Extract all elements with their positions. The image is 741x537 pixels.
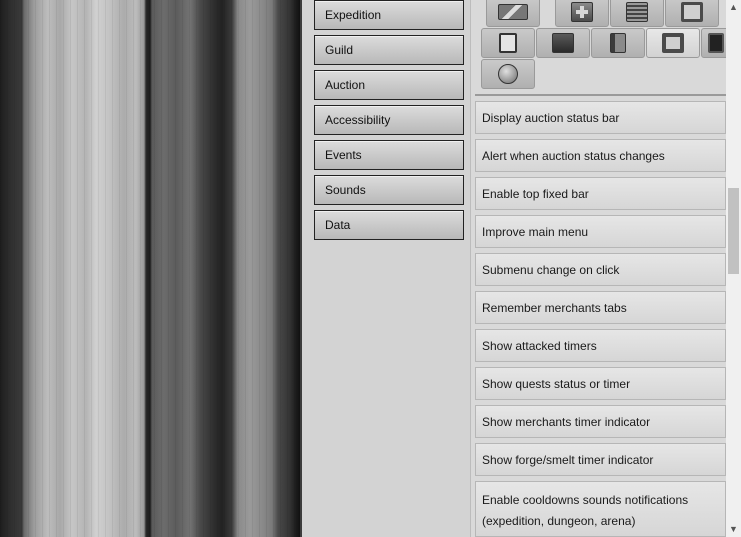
option-show-forge-smelt-timer[interactable]: Show forge/smelt timer indicator [475,443,726,476]
option-label: Show merchants timer indicator [482,414,651,429]
option-label: Show quests status or timer [482,376,631,391]
menu-button-sounds[interactable]: Sounds [314,175,464,205]
menu-button-label: Sounds [325,183,366,197]
tab-portrait[interactable] [646,28,700,58]
option-show-merchants-timer[interactable]: Show merchants timer indicator [475,405,726,438]
option-label: Enable top fixed bar [482,186,589,201]
frame-icon [681,2,703,22]
option-cooldown-sounds[interactable]: Enable cooldowns sounds notifications (e… [475,481,726,537]
menu-button-label: Events [325,148,362,162]
menu-button-label: Expedition [325,8,382,22]
menu-button-data[interactable]: Data [314,210,464,240]
tab-orb[interactable] [481,59,535,89]
option-enable-top-fixed-bar[interactable]: Enable top fixed bar [475,177,726,210]
background-texture [0,0,300,537]
tab-book[interactable] [591,28,645,58]
portrait-icon [662,33,684,53]
tab-clipboard[interactable] [481,28,535,58]
menu-button-accessibility[interactable]: Accessibility [314,105,464,135]
option-label: Show forge/smelt timer indicator [482,452,654,467]
menu-button-auction[interactable]: Auction [314,70,464,100]
tab-ledger[interactable] [610,0,664,27]
scroll-thumb[interactable] [728,188,739,274]
menu-button-guild[interactable]: Guild [314,35,464,65]
option-label: Alert when auction status changes [482,148,665,163]
option-label: Improve main menu [482,224,589,239]
scroll-up-icon[interactable]: ▲ [726,0,741,14]
orb-icon [498,64,518,84]
castle-icon [552,33,574,53]
tabs-divider [475,94,726,96]
tab-frame[interactable] [665,0,719,27]
clipboard-icon [499,33,517,53]
ledger-icon [626,2,648,22]
vertical-scrollbar[interactable]: ▲ ▼ [726,0,741,537]
option-show-attacked-timers[interactable]: Show attacked timers [475,329,726,362]
option-display-auction-status-bar[interactable]: Display auction status bar [475,101,726,134]
menu-button-label: Accessibility [325,113,391,127]
option-improve-main-menu[interactable]: Improve main menu [475,215,726,248]
scroll-down-icon[interactable]: ▼ [726,522,741,536]
tab-cross[interactable] [555,0,609,27]
tab-castle[interactable] [536,28,590,58]
menu-button-label: Data [325,218,351,232]
option-alert-auction-status-changes[interactable]: Alert when auction status changes [475,139,726,172]
menu-button-events[interactable]: Events [314,140,464,170]
menu-button-expedition[interactable]: Expedition [314,0,464,30]
dark-frame-icon [708,33,724,53]
quill-icon [498,4,528,20]
option-label: Remember merchants tabs [482,300,627,315]
option-label: Show attacked timers [482,338,597,353]
cross-icon [571,2,593,22]
option-label: Display auction status bar [482,110,620,125]
book-icon [610,33,626,53]
menu-button-label: Auction [325,78,366,92]
option-remember-merchants-tabs[interactable]: Remember merchants tabs [475,291,726,324]
tab-quill[interactable] [486,0,540,27]
option-show-quests-status[interactable]: Show quests status or timer [475,367,726,400]
option-label: Submenu change on click [482,262,620,277]
option-submenu-change-on-click[interactable]: Submenu change on click [475,253,726,286]
option-label: Enable cooldowns sounds notifications (e… [482,493,689,528]
menu-button-label: Guild [325,43,354,57]
